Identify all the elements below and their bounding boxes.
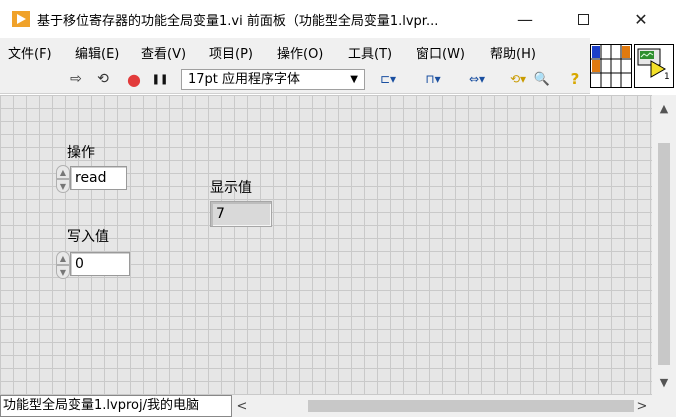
- scroll-down-icon[interactable]: ▼: [652, 371, 676, 393]
- resize-icon: ⇔▾: [468, 72, 486, 86]
- vi-icon-number: 1: [664, 72, 670, 82]
- operation-ring[interactable]: read: [70, 166, 127, 190]
- font-select[interactable]: 17pt 应用程序字体 ▼: [181, 69, 365, 90]
- connector-pane-icon: [591, 45, 631, 87]
- horizontal-scrollbar[interactable]: < >: [232, 395, 652, 417]
- front-panel[interactable]: 操作 ▲ ▼ read 显示值 7 写入值 ▲ ▼ 0: [0, 95, 652, 395]
- pause-icon: ❚❚: [151, 73, 169, 85]
- distribute-icon: ⊓▾: [425, 72, 441, 86]
- run-continuously-icon: ⟲: [97, 71, 109, 87]
- display-value-indicator: 7: [210, 201, 272, 227]
- menu-file[interactable]: 文件(F): [8, 43, 52, 62]
- operation-spinner[interactable]: ▲ ▼: [56, 165, 70, 193]
- connector-pane[interactable]: [590, 44, 632, 88]
- pause-button[interactable]: ❚❚: [150, 68, 170, 90]
- toolbar: ⇨ ⟲ ● ❚❚ 17pt 应用程序字体 ▼ ⊏▾ ⊓▾ ⇔▾ ⟲▾ 🔍 ?: [0, 64, 590, 94]
- run-arrow-icon: ⇨: [70, 71, 82, 87]
- menu-help[interactable]: 帮助(H): [490, 43, 536, 62]
- menu-window[interactable]: 窗口(W): [416, 43, 465, 62]
- display-value-label: 显示值: [210, 180, 252, 196]
- scroll-left-icon[interactable]: <: [232, 395, 252, 417]
- menu-view[interactable]: 查看(V): [141, 43, 186, 62]
- abort-button[interactable]: ●: [124, 68, 144, 90]
- vi-icon-pane[interactable]: 1: [634, 44, 674, 88]
- close-button[interactable]: ✕: [618, 0, 664, 38]
- window-title: 基于移位寄存器的功能全局变量1.vi 前面板（功能型全局变量1.lvpr...: [37, 14, 439, 29]
- abort-icon: ●: [127, 69, 141, 89]
- maximize-button[interactable]: [560, 0, 606, 38]
- title-bar: 基于移位寄存器的功能全局变量1.vi 前面板（功能型全局变量1.lvpr... …: [0, 0, 676, 38]
- run-continuously-button[interactable]: ⟲: [92, 68, 114, 90]
- vertical-scrollbar[interactable]: ▲ ▼: [652, 95, 676, 395]
- labview-app-icon: [12, 11, 30, 27]
- context-help-button[interactable]: ?: [566, 68, 584, 90]
- search-icon: 🔍: [533, 71, 551, 87]
- align-icon: ⊏▾: [379, 72, 397, 86]
- maximize-icon: [577, 13, 589, 25]
- menu-bar: 文件(F) 编辑(E) 查看(V) 项目(P) 操作(O) 工具(T) 窗口(W…: [0, 38, 590, 64]
- reorder-icon: ⟲▾: [509, 72, 527, 86]
- menu-project[interactable]: 项目(P): [209, 43, 253, 62]
- increment-arrow-icon[interactable]: ▲: [56, 251, 70, 265]
- minimize-icon: —: [517, 9, 533, 29]
- run-button[interactable]: ⇨: [66, 68, 86, 90]
- menu-operate[interactable]: 操作(O): [277, 43, 323, 62]
- search-button[interactable]: 🔍: [530, 68, 554, 90]
- chevron-down-icon: ▼: [350, 74, 358, 85]
- scroll-up-icon[interactable]: ▲: [652, 97, 676, 119]
- write-value-spinner[interactable]: ▲ ▼: [56, 251, 70, 279]
- close-icon: ✕: [634, 9, 648, 29]
- write-value-numeric[interactable]: 0: [70, 252, 130, 276]
- vertical-scroll-thumb[interactable]: [658, 143, 670, 365]
- scroll-right-icon[interactable]: >: [632, 395, 652, 417]
- font-select-value: 17pt 应用程序字体: [188, 72, 301, 87]
- reorder-button[interactable]: ⟲▾: [508, 68, 528, 90]
- resize-grip-icon[interactable]: [652, 395, 676, 417]
- horizontal-scroll-thumb[interactable]: [308, 400, 634, 412]
- decrement-arrow-icon[interactable]: ▼: [56, 179, 70, 193]
- resize-objects-button[interactable]: ⇔▾: [460, 68, 494, 90]
- menu-tools[interactable]: 工具(T): [348, 43, 392, 62]
- align-objects-button[interactable]: ⊏▾: [372, 68, 404, 90]
- increment-arrow-icon[interactable]: ▲: [56, 165, 70, 179]
- decrement-arrow-icon[interactable]: ▼: [56, 265, 70, 279]
- help-icon: ?: [570, 70, 580, 88]
- project-path-status: 功能型全局变量1.lvproj/我的电脑: [0, 395, 232, 417]
- minimize-button[interactable]: —: [502, 0, 548, 38]
- operation-label: 操作: [67, 145, 95, 161]
- write-value-label: 写入值: [67, 229, 109, 245]
- distribute-objects-button[interactable]: ⊓▾: [416, 68, 450, 90]
- menu-edit[interactable]: 编辑(E): [75, 43, 119, 62]
